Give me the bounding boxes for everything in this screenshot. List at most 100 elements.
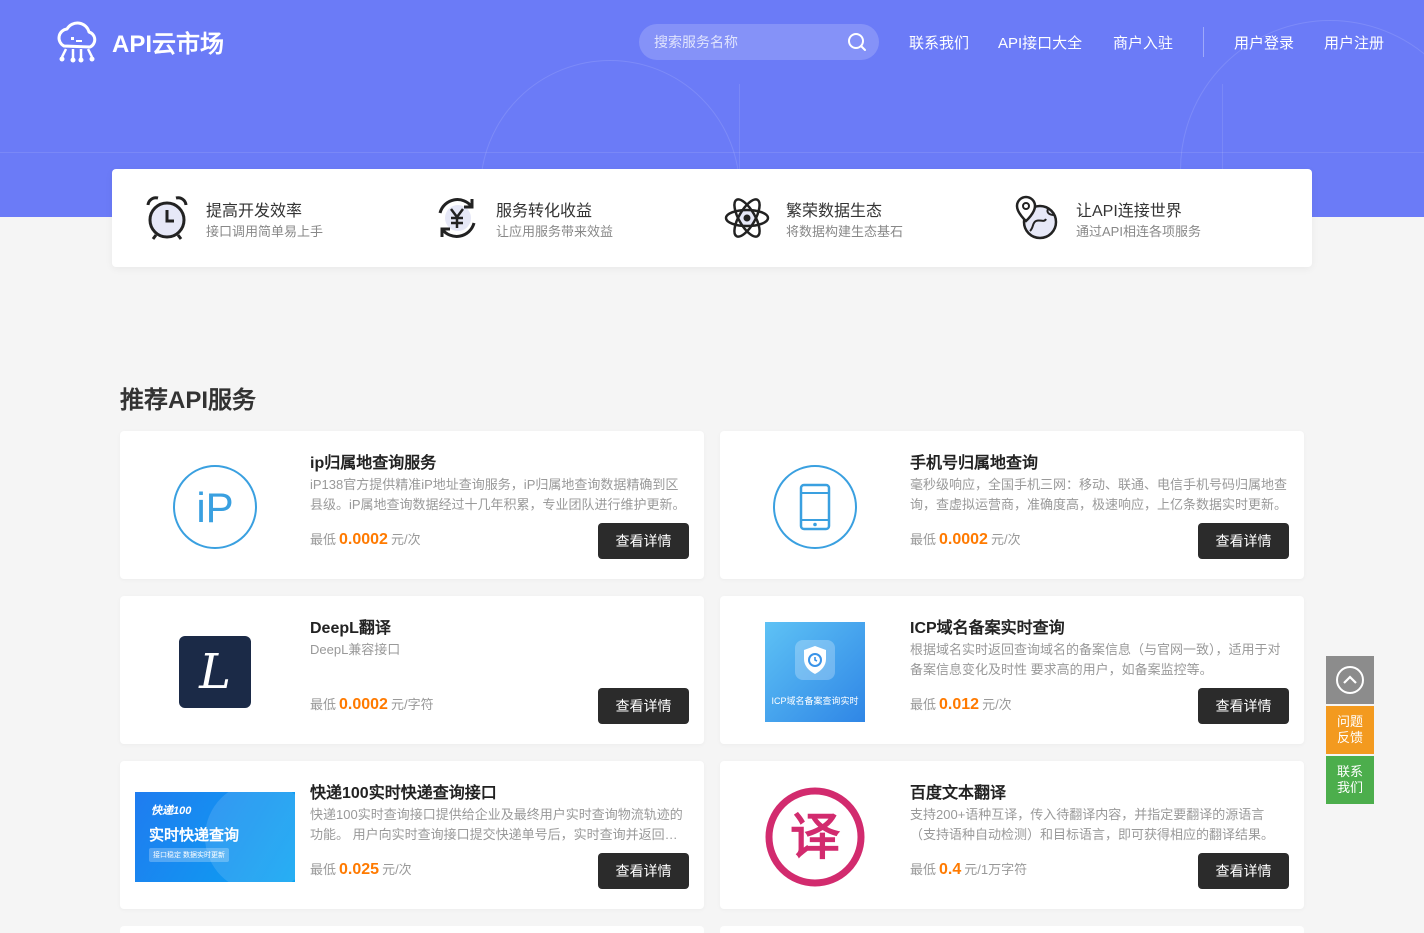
cloud-logo-icon	[57, 21, 97, 63]
feature-desc: 让应用服务带来效益	[496, 224, 614, 239]
view-details-button[interactable]: 查看详情	[598, 853, 689, 889]
price-unit: 元/次	[982, 697, 1012, 712]
deepl-logo-letter: L	[199, 644, 231, 700]
api-card[interactable]	[120, 926, 704, 933]
search-icon[interactable]	[847, 32, 867, 52]
back-to-top-button[interactable]	[1326, 656, 1374, 704]
nav-merchant-join[interactable]: 商户入驻	[1113, 32, 1173, 53]
api-card-price: 最低 0.0002 元/次	[310, 529, 421, 549]
api-card[interactable]: 快递100 实时快递查询 接口稳定 数据实时更新 快递100实时快递查询接口 快…	[120, 761, 704, 909]
ip-icon: iP	[135, 457, 295, 557]
api-card[interactable]: 译 百度文本翻译 支持200+语种互译，传入待翻译内容，并指定要翻译的源语言（支…	[720, 761, 1304, 909]
feature-desc: 接口调用简单易上手	[206, 224, 324, 239]
price-unit: 元/1万字符	[964, 862, 1028, 877]
alarm-clock-icon	[146, 196, 188, 240]
view-details-button[interactable]: 查看详情	[1198, 688, 1289, 724]
top-navbar: API云市场 联系我们 API接口大全 商户入驻 用户登录 用户注册	[0, 0, 1424, 84]
feature-strip: 提高开发效率 接口调用简单易上手 服务转化收益 让应用服务带来效益 繁荣数据生态…	[112, 169, 1312, 267]
feature-item: 提高开发效率 接口调用简单易上手	[142, 191, 422, 245]
feature-desc: 通过API相连各项服务	[1076, 224, 1201, 239]
api-card-desc: DeepL兼容接口	[310, 642, 401, 657]
view-details-button[interactable]: 查看详情	[1198, 523, 1289, 559]
ip-thumb-text: iP	[196, 484, 233, 531]
atom-icon	[724, 198, 770, 238]
api-card-title[interactable]: DeepL翻译	[310, 614, 391, 638]
view-details-button[interactable]: 查看详情	[598, 688, 689, 724]
nav-contact-us[interactable]: 联系我们	[909, 32, 969, 53]
search-box	[639, 24, 879, 60]
price-prefix: 最低	[310, 862, 337, 877]
api-card-desc: 根据域名实时返回查询域名的备案信息（与官网一致），适用于对备案信息变化及时性 要…	[910, 642, 1281, 677]
api-card[interactable]: ICP域名备案查询实时 ICP域名备案实时查询 根据域名实时返回查询域名的备案信…	[720, 596, 1304, 744]
kuaidi100-banner: 快递100 实时快递查询 接口稳定 数据实时更新	[135, 787, 295, 887]
icp-thumb-tile: ICP域名备案查询实时	[765, 622, 865, 722]
price-unit: 元/次	[390, 532, 421, 547]
yen-cycle-icon	[438, 198, 476, 238]
nav-divider	[1203, 27, 1204, 57]
api-card-price: 最低 0.025 元/次	[310, 859, 412, 879]
api-card-price: 最低 0.0002 元/次	[910, 529, 1021, 549]
globe-pin-icon	[1015, 195, 1058, 240]
view-details-button[interactable]: 查看详情	[598, 523, 689, 559]
price-value: 0.025	[339, 861, 380, 878]
kuaidi100-headline: 实时快递查询	[149, 827, 240, 844]
api-card[interactable]	[720, 926, 1304, 933]
price-value: 0.4	[939, 861, 962, 878]
api-card[interactable]: iP ip归属地查询服务 iP138官方提供精准iP地址查询服务，iP归属地查询…	[120, 431, 704, 579]
side-toolbar: 问题反馈 联系我们	[1326, 656, 1374, 804]
contact-button[interactable]: 联系我们	[1326, 756, 1374, 804]
search-input[interactable]	[654, 32, 839, 52]
api-card-desc: 支持200+语种互译，传入待翻译内容，并指定要翻译的源语言（支持语种自动检测）和…	[910, 807, 1275, 842]
price-prefix: 最低	[910, 697, 937, 712]
shield-icon	[795, 640, 835, 680]
api-card-desc: 毫秒级响应，全国手机三网：移动、联通、电信手机号码归属地查询，查虚拟运营商，准确…	[910, 477, 1288, 512]
price-prefix: 最低	[910, 862, 937, 877]
feedback-button[interactable]: 问题反馈	[1326, 706, 1374, 754]
feature-title: 服务转化收益	[496, 203, 593, 220]
feature-item: 让API连接世界 通过API相连各项服务	[1012, 191, 1292, 245]
api-card-price: 最低 0.4 元/1万字符	[910, 859, 1027, 879]
price-value: 0.0002	[339, 531, 388, 548]
site-logo[interactable]: API云市场	[52, 16, 224, 66]
price-prefix: 最低	[310, 532, 337, 547]
nav-login[interactable]: 用户登录	[1234, 32, 1294, 53]
api-card-title[interactable]: 手机号归属地查询	[910, 449, 1038, 473]
view-details-button[interactable]: 查看详情	[1198, 853, 1289, 889]
chevron-up-icon	[1336, 666, 1364, 694]
feature-title: 繁荣数据生态	[786, 203, 883, 220]
api-card-desc: 快递100实时查询接口提供给企业及最终用户实时查询物流轨迹的功能。 用户向实时查…	[310, 807, 683, 842]
nav-api-catalog[interactable]: API接口大全	[998, 32, 1082, 53]
api-card-title[interactable]: ip归属地查询服务	[310, 449, 436, 473]
api-card-title[interactable]: 百度文本翻译	[910, 779, 1006, 803]
api-card-price: 最低 0.0002 元/字符	[310, 694, 434, 714]
nav-register[interactable]: 用户注册	[1324, 32, 1384, 53]
mobile-phone-icon	[735, 457, 895, 557]
api-card-title[interactable]: 快递100实时快递查询接口	[310, 779, 497, 803]
api-card[interactable]: L DeepL翻译 DeepL兼容接口 最低 0.0002 元/字符 查看详情	[120, 596, 704, 744]
feature-title: 让API连接世界	[1076, 203, 1182, 220]
kuaidi100-brand: 快递100	[151, 805, 192, 817]
feature-desc: 将数据构建生态基石	[786, 224, 904, 239]
price-value: 0.012	[939, 696, 980, 713]
api-card[interactable]: 手机号归属地查询 毫秒级响应，全国手机三网：移动、联通、电信手机号码归属地查询，…	[720, 431, 1304, 579]
deepl-logo: L	[135, 622, 295, 722]
translate-thumb-text: 译	[790, 808, 841, 866]
price-prefix: 最低	[310, 697, 337, 712]
price-unit: 元/字符	[390, 697, 434, 712]
feature-item: 服务转化收益 让应用服务带来效益	[432, 191, 712, 245]
price-value: 0.0002	[339, 696, 388, 713]
hero-decoration	[0, 152, 1424, 153]
deepl-logo-tile: L	[179, 636, 251, 708]
price-prefix: 最低	[910, 532, 937, 547]
price-unit: 元/次	[382, 862, 412, 877]
kuaidi100-banner-tile: 快递100 实时快递查询 接口稳定 数据实时更新	[135, 792, 295, 882]
price-value: 0.0002	[939, 531, 988, 548]
api-card-desc: iP138官方提供精准iP地址查询服务，iP归属地查询数据精确到区县级。iP属地…	[310, 477, 686, 512]
icp-thumb-text: ICP域名备案查询实时	[771, 696, 859, 706]
feature-item: 繁荣数据生态 将数据构建生态基石	[722, 191, 1002, 245]
api-card-price: 最低 0.012 元/次	[910, 694, 1012, 714]
kuaidi100-tagline: 接口稳定 数据实时更新	[149, 848, 229, 862]
feature-title: 提高开发效率	[206, 203, 303, 220]
translate-icon: 译	[735, 787, 895, 887]
api-card-title[interactable]: ICP域名备案实时查询	[910, 614, 1065, 638]
